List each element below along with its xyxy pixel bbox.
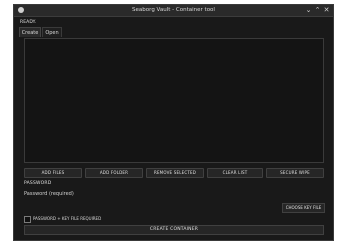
add-files-button[interactable]: ADD FILES — [24, 168, 82, 178]
choose-key-file-button[interactable]: CHOOSE KEY FILE — [282, 203, 325, 213]
password-label: PASSWORD — [24, 181, 52, 186]
tab-create[interactable]: Create — [19, 27, 41, 37]
remove-selected-button[interactable]: REMOVE SELECTED — [146, 168, 204, 178]
add-folder-button[interactable]: ADD FOLDER — [85, 168, 143, 178]
clear-list-button[interactable]: CLEAR LIST — [207, 168, 263, 178]
status-text: READY. — [20, 20, 37, 25]
tab-open[interactable]: Open — [42, 27, 62, 37]
action-buttons: ADD FILES ADD FOLDER REMOVE SELECTED CLE… — [24, 168, 324, 178]
password-input[interactable]: Password (required) — [24, 189, 259, 199]
app-window: Seaborg Vault - Container tool ⌄ ⌃ ✕ REA… — [13, 4, 334, 241]
require-keyfile-label: PASSWORD + KEY FILE REQUIRED — [33, 216, 102, 221]
title-bar[interactable]: Seaborg Vault - Container tool ⌄ ⌃ ✕ — [14, 5, 333, 17]
close-icon[interactable]: ✕ — [322, 6, 331, 15]
minimize-icon[interactable]: ⌄ — [304, 6, 313, 15]
window-title: Seaborg Vault - Container tool — [132, 7, 215, 13]
require-keyfile-checkbox[interactable] — [24, 216, 31, 223]
secure-wipe-button[interactable]: SECURE WIPE — [266, 168, 324, 178]
create-container-button[interactable]: CREATE CONTAINER — [24, 225, 324, 235]
maximize-icon[interactable]: ⌃ — [313, 6, 322, 15]
file-list[interactable] — [24, 38, 324, 163]
